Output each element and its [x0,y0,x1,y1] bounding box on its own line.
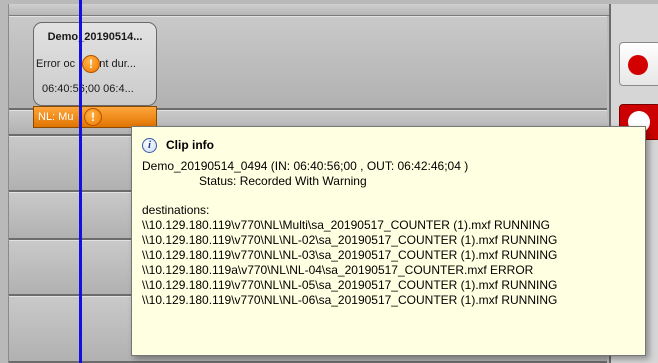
destination-line: \\10.129.180.119\v770\NL\NL-03\sa_201905… [142,248,558,262]
timeline-header-strip [9,4,619,16]
destination-line: \\10.129.180.119\v770\NL\Multi\sa_201905… [142,218,550,232]
clip-warning[interactable]: Demo_20190514... Error oc ent dur... 06:4… [33,22,157,106]
record-icon [628,55,648,75]
destination-line: \\10.129.180.119\v770\NL\NL-06\sa_201905… [142,293,558,307]
tooltip-title: Clip info [166,138,214,152]
info-icon: i [142,137,157,153]
clip-multi-label: NL: Mu [38,111,74,123]
tooltip-title-row: i Clip info [142,135,637,155]
warning-icon[interactable]: ! [82,55,100,73]
warning-icon[interactable]: ! [84,108,102,126]
record-button[interactable] [619,42,658,86]
clip-multi[interactable]: NL: Mu ! [33,106,157,128]
clip-status-line: Status: Recorded With Warning [199,174,367,188]
destination-line: \\10.129.180.119\v770\NL\NL-02\sa_201905… [142,233,558,247]
playhead-line[interactable] [79,0,82,363]
clip-info-tooltip: i Clip info Demo_20190514_0494 (IN: 06:4… [131,126,646,356]
clip-title: Demo_20190514... [47,31,143,43]
destination-line-error: \\10.129.180.119a\v770\NL\NL-04\sa_20190… [142,263,534,277]
destinations-label: destinations: [142,203,210,217]
destination-line: \\10.129.180.119\v770\NL\NL-05\sa_201905… [142,278,558,292]
clip-timecode: 06:40:56;00 06:4... [42,83,134,95]
clip-name-line: Demo_20190514_0494 (IN: 06:40:56;00 , OU… [142,159,469,173]
